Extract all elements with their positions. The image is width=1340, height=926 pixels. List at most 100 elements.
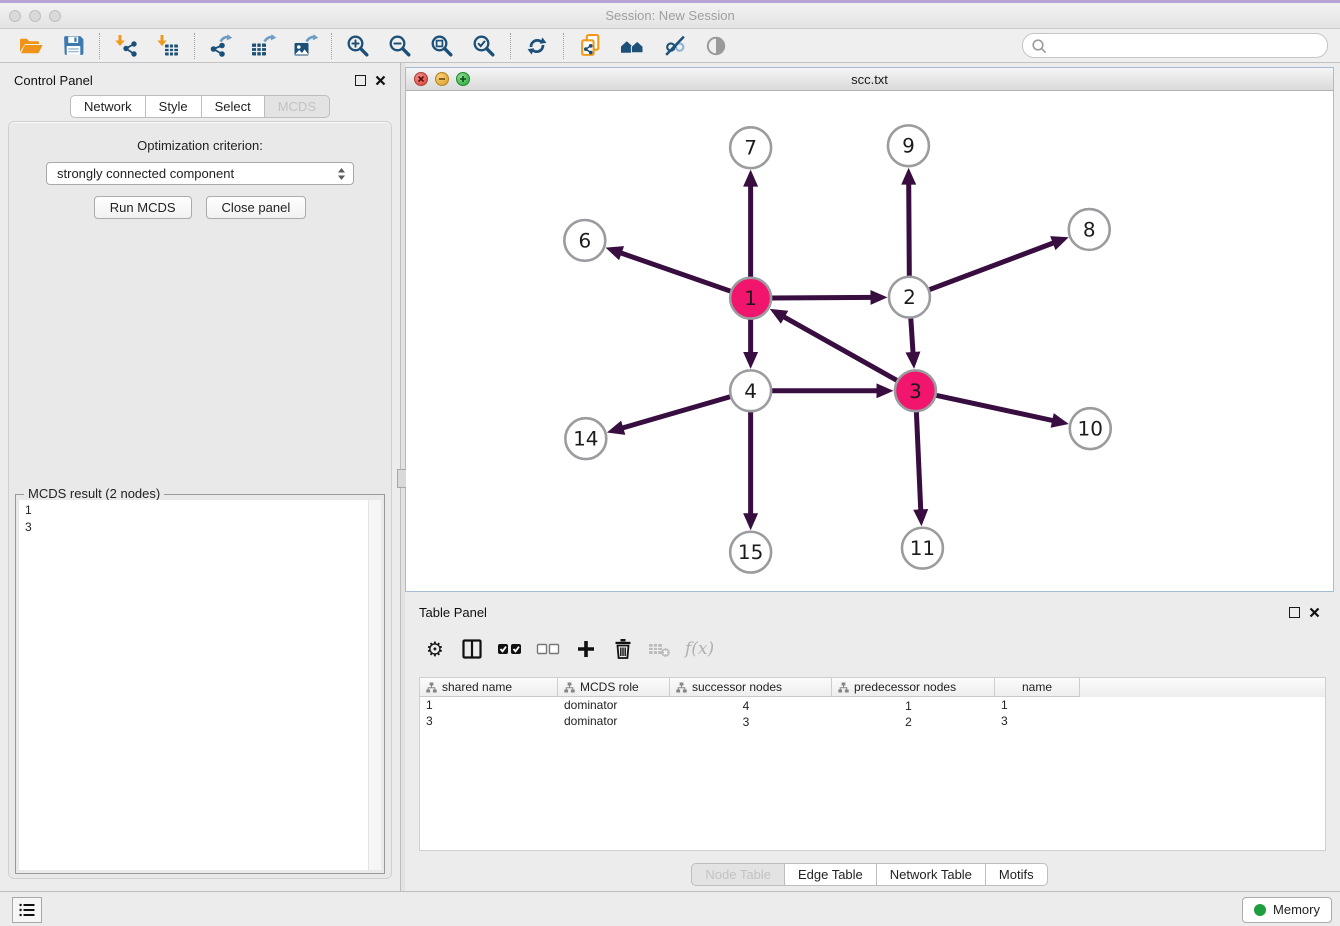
open-file-icon	[18, 34, 44, 58]
control-panel-header: Control Panel	[0, 63, 400, 88]
edge-1-6[interactable]	[618, 252, 731, 292]
network-graph[interactable]: 7 9 6 8 1 2 4 3 14 10 15 11	[406, 91, 1333, 591]
column-header-name[interactable]: name	[995, 678, 1080, 697]
network-close-button[interactable]	[414, 72, 428, 86]
tab-mcds[interactable]: MCDS	[265, 95, 330, 118]
node-10[interactable]: 10	[1070, 408, 1111, 449]
tab-node-table[interactable]: Node Table	[691, 863, 785, 886]
svg-text:3: 3	[909, 379, 922, 403]
deselect-all-button[interactable]	[536, 641, 561, 657]
column-header-MCDS-role[interactable]: MCDS role	[558, 678, 670, 697]
mcds-panel: Optimization criterion: strongly connect…	[8, 121, 392, 879]
edge-1-2[interactable]	[771, 297, 874, 298]
search-input[interactable]	[1047, 38, 1319, 54]
select-all-icon	[497, 641, 523, 657]
hide-graphics-details-button[interactable]	[653, 31, 695, 61]
tab-network[interactable]: Network	[70, 95, 146, 118]
result-scrollbar[interactable]	[368, 500, 381, 870]
node-9[interactable]: 9	[888, 125, 929, 166]
close-panel-button[interactable]: Close panel	[206, 196, 307, 219]
mcds-result-title: MCDS result (2 nodes)	[24, 486, 164, 501]
zoom-fit-button[interactable]	[421, 31, 463, 61]
zoom-out-button[interactable]	[379, 31, 421, 61]
criterion-select[interactable]: strongly connected component	[46, 162, 354, 185]
edge-2-9[interactable]	[909, 181, 910, 277]
edge-arrow-1-7	[743, 170, 758, 187]
function-builder-button[interactable]: f(x)	[685, 639, 714, 659]
export-table-button[interactable]	[242, 31, 284, 61]
column-header-successor-nodes[interactable]: successor nodes	[670, 678, 832, 697]
select-stepper-icon	[336, 166, 347, 182]
export-network-button[interactable]	[200, 31, 242, 61]
level-of-detail-button[interactable]	[695, 31, 737, 61]
import-network-button[interactable]	[105, 31, 147, 61]
zoom-in-button[interactable]	[337, 31, 379, 61]
open-file-button[interactable]	[10, 31, 52, 61]
import-table-button[interactable]	[147, 31, 189, 61]
memory-button[interactable]: Memory	[1242, 897, 1332, 923]
run-mcds-button[interactable]: Run MCDS	[94, 196, 192, 219]
edge-2-3[interactable]	[911, 318, 913, 356]
network-maximize-button[interactable]	[456, 72, 470, 86]
close-panel-icon[interactable]	[375, 75, 386, 86]
save-session-button[interactable]	[52, 31, 94, 61]
node-8[interactable]: 8	[1069, 209, 1110, 250]
table-options-button[interactable]: ⚙	[423, 639, 447, 659]
column-header-predecessor-nodes[interactable]: predecessor nodes	[832, 678, 995, 697]
edge-4-14[interactable]	[619, 397, 731, 429]
edge-arrow-4-3	[876, 383, 893, 398]
delete-column-button[interactable]	[611, 638, 635, 660]
toolbar-separator	[331, 33, 332, 59]
export-image-button[interactable]	[284, 31, 326, 61]
edge-3-11[interactable]	[916, 411, 921, 513]
add-column-button[interactable]	[574, 639, 598, 659]
network-canvas[interactable]: 7 9 6 8 1 2 4 3 14 10 15 11	[406, 91, 1333, 591]
network-window-titlebar[interactable]: scc.txt	[406, 68, 1333, 91]
close-window-button[interactable]	[9, 10, 21, 22]
zoom-selected-button[interactable]	[463, 31, 505, 61]
node-15[interactable]: 15	[730, 532, 771, 573]
tab-network-table[interactable]: Network Table	[877, 863, 986, 886]
node-11[interactable]: 11	[902, 528, 943, 569]
zoom-window-button[interactable]	[49, 10, 61, 22]
eye-detail-icon	[704, 34, 728, 58]
refresh-view-button[interactable]	[516, 31, 558, 61]
edge-2-8[interactable]	[929, 242, 1057, 290]
criterion-select-value: strongly connected component	[57, 166, 336, 181]
search-field[interactable]	[1022, 33, 1328, 58]
edge-arrow-1-4	[743, 352, 758, 369]
delete-table-button[interactable]	[648, 639, 672, 659]
clone-network-button[interactable]	[569, 31, 611, 61]
gear-icon: ⚙	[426, 639, 444, 659]
tab-style[interactable]: Style	[146, 95, 202, 118]
table-row[interactable]: 1dominator411	[420, 697, 1325, 713]
toolbar-separator	[510, 33, 511, 59]
show-hide-columns-button[interactable]	[460, 638, 484, 660]
table-toolbar: ⚙	[423, 628, 1326, 670]
node-2[interactable]: 2	[889, 277, 930, 318]
edge-3-10[interactable]	[935, 395, 1056, 421]
close-table-panel-icon[interactable]	[1309, 607, 1320, 618]
network-minimize-button[interactable]	[435, 72, 449, 86]
task-history-button[interactable]	[12, 897, 42, 923]
node-3[interactable]: 3	[895, 370, 936, 411]
edge-arrow-1-6	[606, 246, 625, 260]
node-6[interactable]: 6	[564, 220, 605, 261]
float-table-panel-icon[interactable]	[1289, 607, 1300, 618]
tab-edge-table[interactable]: Edge Table	[785, 863, 877, 886]
minimize-window-button[interactable]	[29, 10, 41, 22]
node-14[interactable]: 14	[565, 418, 606, 459]
select-all-button[interactable]	[497, 641, 523, 657]
node-4[interactable]: 4	[730, 370, 771, 411]
float-panel-icon[interactable]	[355, 75, 366, 86]
node-1[interactable]: 1	[730, 278, 771, 319]
node-7[interactable]: 7	[730, 127, 771, 168]
edge-arrow-1-2	[870, 290, 887, 305]
mcds-result-area[interactable]: 1 3	[19, 500, 381, 870]
column-header-shared-name[interactable]: shared name	[420, 678, 558, 697]
table-row[interactable]: 3dominator323	[420, 713, 1325, 729]
tab-select[interactable]: Select	[202, 95, 265, 118]
edge-3-1[interactable]	[781, 315, 898, 380]
restore-layout-button[interactable]	[611, 31, 653, 61]
tab-motifs[interactable]: Motifs	[986, 863, 1048, 886]
